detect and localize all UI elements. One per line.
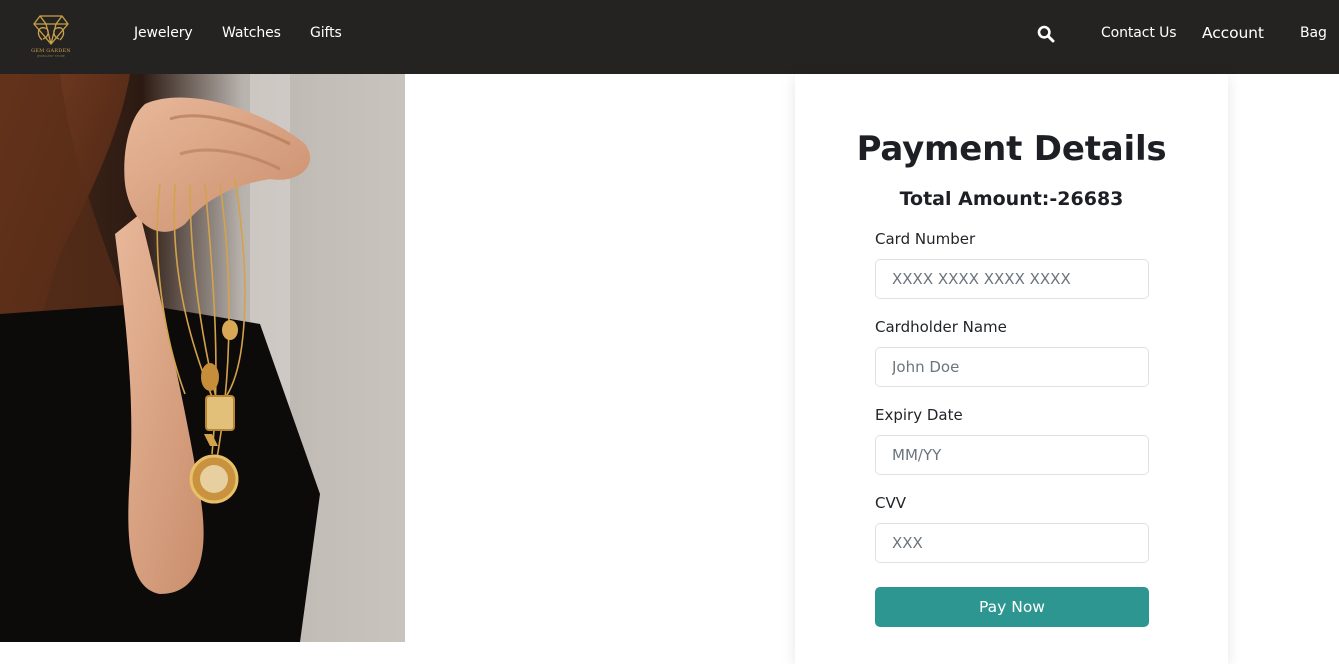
nav-link-watches[interactable]: Watches: [222, 25, 281, 41]
cardholder-name-label: Cardholder Name: [875, 318, 1007, 336]
cvv-input[interactable]: [875, 523, 1149, 563]
diamond-logo-icon: [33, 15, 69, 46]
nav-link-gifts[interactable]: Gifts: [310, 25, 342, 41]
expiry-date-label: Expiry Date: [875, 406, 963, 424]
total-amount: Total Amount:-26683: [899, 188, 1124, 210]
logo-subtext: JEWELLERY STORE: [37, 54, 65, 58]
nav-link-account[interactable]: Account: [1202, 24, 1264, 42]
card-number-label: Card Number: [875, 230, 976, 248]
jewelry-hand-photo: [0, 74, 405, 642]
search-icon: [1037, 25, 1055, 43]
navbar: GEM GARDEN JEWELLERY STORE Jewelery Watc…: [0, 0, 1339, 74]
cvv-label: CVV: [875, 494, 906, 512]
expiry-date-input[interactable]: [875, 435, 1149, 475]
payment-card: Payment Details Total Amount:-26683 Card…: [795, 74, 1228, 664]
nav-link-contact-us[interactable]: Contact Us: [1101, 25, 1177, 41]
cardholder-name-input[interactable]: [875, 347, 1149, 387]
page-title: Payment Details: [856, 129, 1167, 169]
brand-logo[interactable]: GEM GARDEN JEWELLERY STORE: [28, 10, 74, 60]
nav-link-bag[interactable]: Bag: [1300, 25, 1327, 41]
search-button[interactable]: [1037, 25, 1055, 43]
card-number-input[interactable]: [875, 259, 1149, 299]
nav-link-jewelery[interactable]: Jewelery: [134, 25, 193, 41]
hero-image: [0, 74, 405, 642]
pay-now-button[interactable]: Pay Now: [875, 587, 1149, 627]
